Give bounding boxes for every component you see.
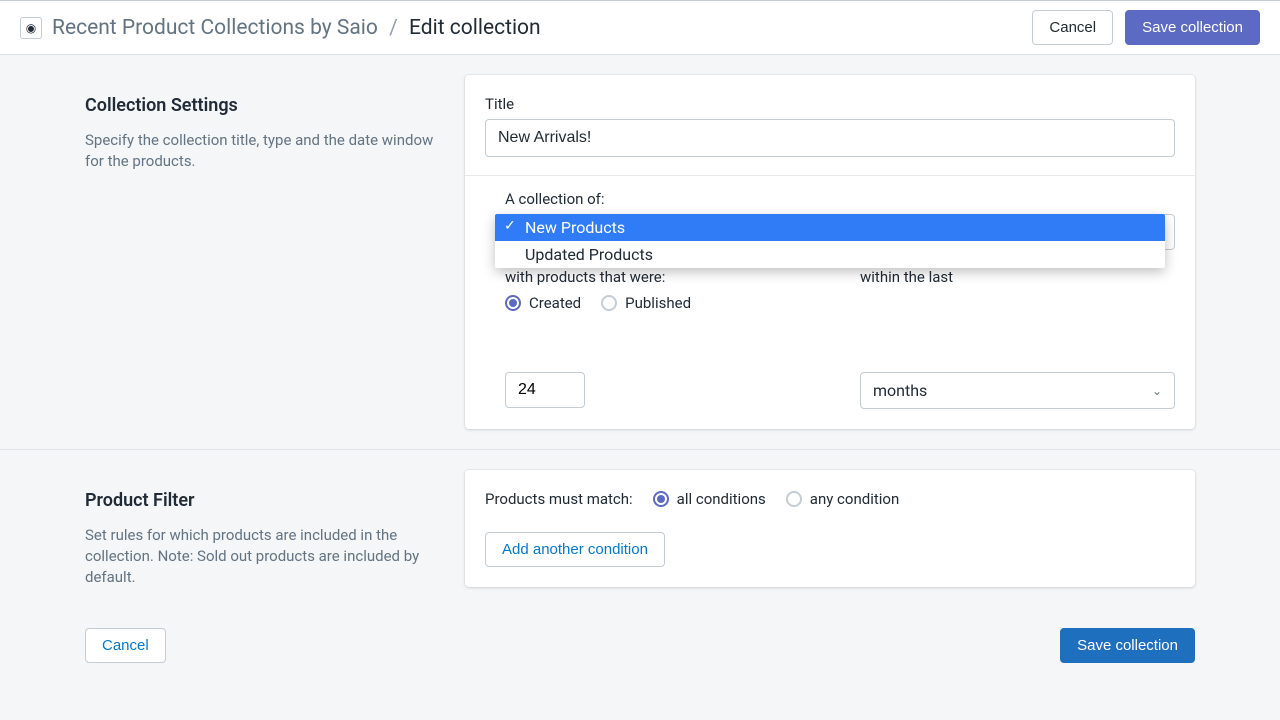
app-icon: ◉ [20,17,42,39]
radio-published[interactable]: Published [601,294,691,312]
filter-card: Products must match: all conditions any … [465,470,1195,587]
radio-created-circle [505,295,521,311]
match-label: Products must match: [485,490,633,508]
radio-created[interactable]: Created [505,294,581,312]
radio-any-condition[interactable]: any condition [786,490,899,508]
add-condition-button[interactable]: Add another condition [485,532,665,567]
title-label: Title [485,95,1175,113]
collection-settings-section: Collection Settings Specify the collecti… [85,75,1195,449]
page-header: ◉ Recent Product Collections by Saio / E… [0,0,1280,55]
save-collection-button[interactable]: Save collection [1125,10,1260,45]
product-filter-section: Product Filter Set rules for which produ… [85,470,1195,608]
date-unit-select[interactable]: months ⌄ [860,372,1175,409]
radio-any-circle [786,491,802,507]
footer-save-button[interactable]: Save collection [1060,628,1195,663]
card-divider [465,175,1195,176]
date-unit-value: months [873,381,927,400]
breadcrumb-root[interactable]: Recent Product Collections by Saio [52,16,378,40]
dropdown-option-updated-products[interactable]: Updated Products [495,241,1165,268]
radio-all-circle [653,491,669,507]
collection-type-dropdown: New Products Updated Products [495,214,1165,268]
collection-of-label: A collection of: [505,190,1175,208]
radio-published-circle [601,295,617,311]
footer-cancel-button[interactable]: Cancel [85,628,166,663]
breadcrumb: Recent Product Collections by Saio / Edi… [52,16,541,40]
filter-description: Set rules for which products are include… [85,525,445,588]
settings-heading: Collection Settings [85,95,445,116]
radio-all-label: all conditions [677,490,766,508]
header-left: ◉ Recent Product Collections by Saio / E… [20,16,541,40]
dropdown-option-new-products[interactable]: New Products [495,214,1165,241]
breadcrumb-sep: / [389,16,398,40]
radio-published-label: Published [625,294,691,312]
breadcrumb-current: Edit collection [409,16,541,40]
header-actions: Cancel Save collection [1032,10,1260,45]
radio-all-conditions[interactable]: all conditions [653,490,766,508]
title-input[interactable] [485,119,1175,157]
settings-card: Title A collection of: New Products Upda… [465,75,1195,429]
footer-actions: Cancel Save collection [85,608,1195,663]
settings-description: Specify the collection title, type and t… [85,130,445,172]
radio-created-label: Created [529,294,581,312]
chevron-down-icon: ⌄ [1152,384,1162,398]
section-divider [0,449,1280,450]
within-last-label: within the last [860,268,1175,286]
cancel-button[interactable]: Cancel [1032,10,1113,45]
with-products-label: with products that were: [505,268,820,286]
filter-heading: Product Filter [85,490,445,511]
date-number-input[interactable] [505,372,585,408]
radio-any-label: any condition [810,490,899,508]
